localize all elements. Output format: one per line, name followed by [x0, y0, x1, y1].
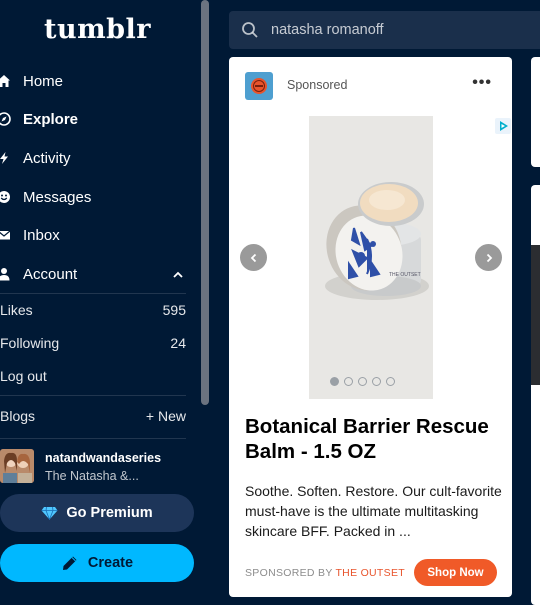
search-input[interactable]: natasha romanoff — [271, 22, 384, 38]
likes-count: 595 — [162, 302, 186, 318]
post-card-partial — [531, 185, 540, 605]
account-logout[interactable]: Log out — [0, 363, 186, 389]
tumblr-logo[interactable]: tumblr — [44, 14, 151, 45]
search-bar[interactable]: natasha romanoff — [229, 11, 540, 49]
sponsored-by: SPONSORED BY THE OUTSET — [245, 567, 405, 579]
pager-dot[interactable] — [344, 377, 353, 386]
nav-home[interactable]: Home — [0, 64, 198, 98]
home-icon — [0, 74, 11, 88]
nav-explore[interactable]: Explore — [0, 102, 198, 136]
nav-activity[interactable]: Activity — [0, 141, 198, 175]
product-label: THE OUTSET — [389, 272, 421, 278]
nav-account[interactable]: Account — [0, 257, 198, 291]
blog-title: The Natasha &... — [45, 469, 139, 483]
ad-description: Soothe. Soften. Restore. Our cult-favori… — [245, 483, 502, 539]
post-image[interactable] — [531, 245, 540, 385]
nav-home-label: Home — [23, 72, 64, 90]
search-icon — [241, 21, 259, 39]
blog-item[interactable]: natandwandaseries The Natasha &... — [0, 446, 190, 488]
pager-dot[interactable] — [372, 377, 381, 386]
post-card-partial — [531, 57, 540, 167]
adchoices-icon[interactable] — [495, 118, 511, 139]
create-label: Create — [87, 555, 134, 571]
sponsored-post: Sponsored ••• THE OUTSET Botanical Barri… — [229, 57, 512, 597]
divider — [0, 438, 186, 439]
lightning-icon — [0, 151, 11, 165]
nav-explore-label: Explore — [23, 110, 79, 128]
more-options-icon[interactable]: ••• — [472, 74, 492, 92]
advertiser-avatar[interactable] — [245, 72, 273, 100]
likes-label: Likes — [0, 302, 33, 318]
divider — [0, 293, 186, 294]
envelope-icon — [0, 228, 11, 242]
nav-messages-label: Messages — [23, 188, 92, 206]
blog-avatar — [0, 449, 34, 483]
pencil-icon — [61, 554, 79, 572]
nav-inbox-label: Inbox — [23, 226, 60, 244]
diamond-icon — [41, 506, 58, 520]
new-blog-link[interactable]: + New — [146, 408, 186, 424]
go-premium-button[interactable]: Go Premium — [0, 494, 194, 532]
sidebar: tumblr Home Explore Activity Messages In… — [0, 0, 198, 585]
nav-inbox[interactable]: Inbox — [0, 218, 198, 252]
person-icon — [0, 267, 11, 281]
blog-name: natandwandaseries — [45, 451, 162, 465]
create-button[interactable]: Create — [0, 544, 194, 582]
chevron-up-icon[interactable] — [172, 268, 184, 285]
carousel-next-button[interactable] — [475, 244, 502, 271]
pager-dot[interactable] — [330, 377, 339, 386]
smiley-icon — [0, 190, 11, 204]
product-image[interactable]: THE OUTSET — [309, 116, 433, 399]
sidebar-scrollbar[interactable] — [201, 0, 209, 405]
ad-headline[interactable]: Botanical Barrier Rescue Balm - 1.5 OZ — [245, 414, 505, 464]
compass-icon — [0, 112, 11, 126]
sponsored-by-label: SPONSORED BY — [245, 567, 333, 579]
nav-activity-label: Activity — [23, 149, 71, 167]
pager-dot[interactable] — [386, 377, 395, 386]
carousel-prev-button[interactable] — [240, 244, 267, 271]
advertiser-name[interactable]: THE OUTSET — [335, 567, 405, 579]
logout-label: Log out — [0, 368, 47, 384]
nav-messages[interactable]: Messages — [0, 180, 198, 214]
blogs-label: Blogs — [0, 408, 36, 424]
carousel-pager — [330, 377, 395, 386]
blogs-header: Blogs + New — [0, 403, 186, 429]
shop-now-button[interactable]: Shop Now — [414, 559, 497, 586]
following-count: 24 — [170, 335, 186, 351]
account-likes[interactable]: Likes 595 — [0, 297, 186, 323]
divider — [0, 395, 186, 396]
account-following[interactable]: Following 24 — [0, 330, 186, 356]
go-premium-label: Go Premium — [66, 505, 153, 521]
sponsored-label: Sponsored — [287, 78, 348, 92]
nav-account-label: Account — [23, 265, 78, 283]
following-label: Following — [0, 335, 60, 351]
pager-dot[interactable] — [358, 377, 367, 386]
